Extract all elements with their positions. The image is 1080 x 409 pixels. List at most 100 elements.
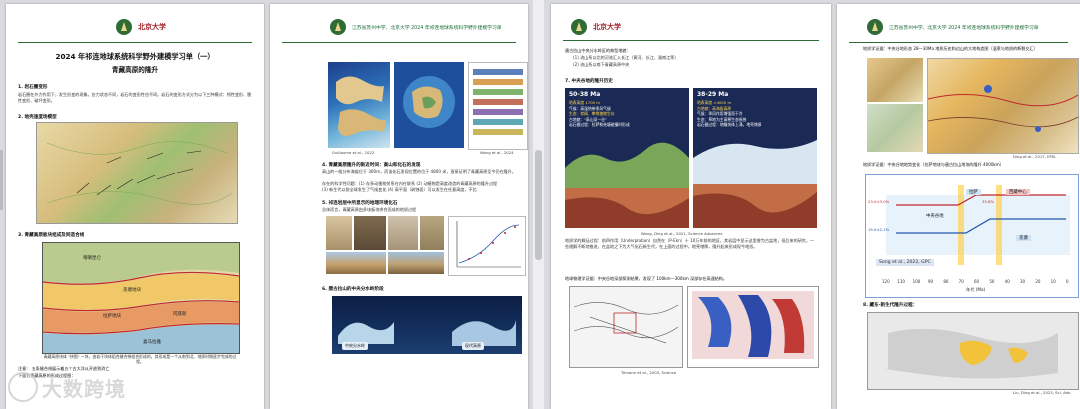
geology-map-drawing [928, 85, 1078, 132]
section-text: 高山的一般分布海拔位于 300m，而该化石发现位置的位于 4800 米，直接证明… [322, 169, 516, 174]
figure-caption: Liu, Ding et al., 2023, Sci. Adv. [1013, 390, 1072, 395]
section-map-drawing [403, 76, 455, 128]
landscape-photo [388, 252, 444, 274]
logo-emblem [571, 19, 587, 35]
geology-map-small [867, 104, 923, 152]
paleogeography-globe-map [328, 62, 390, 148]
panel-title: 38-29 Ma [697, 91, 729, 98]
x-tick-label: 50 [989, 279, 995, 284]
logo-text: 北京大学 [593, 22, 621, 31]
uplift-panel-a: 50-38 Ma 地表高度 1700 m 气候：高湿热带季风气候 生态：棕榈、攀… [565, 88, 689, 228]
document-page-2: 江苏省苏州中学、北京大学 2024 年祁连地球系统科学野外建模学习单 Guill… [270, 4, 528, 409]
header-rule [563, 40, 819, 41]
map-label: 冈底斯 [173, 312, 187, 317]
x-tick-label: 70 [958, 279, 964, 284]
central-valley-diagram: 中央分水岭 现代高原 [332, 296, 522, 354]
logo-emblem [867, 19, 883, 35]
page-header: 北京大学 [116, 14, 264, 40]
watermark-text: 大数跨境 [42, 376, 126, 401]
timeline-legend [468, 62, 528, 150]
list-item: (2) 流山系以南下青藏高原中央 [573, 62, 630, 67]
document-page-4: 江苏省苏州中学、北京大学 2024 年祁连地球系统科学野外建模学习单 地质学证据… [837, 4, 1080, 409]
section-text: (3) 新生代以前全球发生了气候变化 (4) 高平面（剥蚀面）可以发生在任意高度… [322, 187, 477, 192]
x-tick-label: 80 [943, 279, 949, 284]
velocity-arrows [46, 141, 233, 205]
tibet-plate-map: 喀喇昆仑 羌塘地块 拉萨地块 冈底斯 喜马拉雅 [42, 242, 240, 354]
header-rule [18, 42, 252, 43]
page-title: 2024 年祁连地球系统科学野外建模学习单（一） [55, 52, 215, 61]
east-tibet-drawing [883, 328, 1058, 379]
section-heading: 地质学证据：中央谷地形态 28—30Ma 地质历史和边山的大地构造图（温莱与地质… [863, 46, 1038, 51]
seismic-tomography-section [687, 286, 819, 368]
section-heading: 8. 藏东·新生代隆升过程： [863, 303, 918, 308]
logo-emblem [330, 19, 346, 35]
uplift-scatter-plot [448, 216, 526, 276]
x-tick-label: 100 [912, 279, 921, 284]
document-page-1: 北京大学 2024 年祁连地球系统科学野外建模学习单（一） 青藏高原的隆升 1.… [6, 4, 264, 409]
section-text: 岩石圈在外力作用下，发生形变的现象。应力状态不同，岩石的变形性也不同。岩石的变形… [18, 92, 252, 103]
figure-caption: Ding et al., 2017, EPSL [1013, 154, 1057, 159]
body-text: 地质学的概括过程：前四作用（Underplation）自然在（P-Ekn）十 1… [565, 238, 815, 249]
geology-map-small [867, 58, 923, 102]
logo-text: 北京大学 [138, 22, 166, 31]
header-course-line: 江苏省苏州中学、北京大学 2024 年祁连地球系统科学野外建模学习单 [352, 25, 502, 31]
watermark: 大数跨境 [8, 372, 126, 402]
section-heading: 3. 青藏高原板块组成及同造合线 [18, 233, 85, 238]
uplift-timeline-chart: 拉萨 西藏中心 中央谷地 羌塘 23.0±3.0% 35.8% 15.0±2.1… [865, 174, 1079, 298]
landscape-photo [326, 252, 386, 274]
station-map-drawing [573, 302, 679, 344]
section-heading: 1. 岩石圈变形 [18, 85, 48, 90]
figure-caption: Guillaume et al., 2022 [332, 150, 375, 155]
chart-region-label: 羌塘 [1016, 235, 1031, 241]
x-tick-label: 120 [882, 279, 890, 284]
section-heading: 地质学证据：中央谷地地势变化（拉萨地块与唐古拉山地块的隆升 4000km） [863, 162, 1004, 167]
age-label: 23.0±3.0% [868, 199, 890, 204]
header-rule [282, 42, 516, 43]
uplift-plot-drawing [456, 221, 521, 268]
watermark-logo-icon [8, 372, 38, 402]
figure-caption: Tilmann et al., 2003, Science [621, 370, 677, 375]
diagram-label: 现代高原 [462, 342, 484, 350]
page-header: 北京大学 [571, 14, 831, 40]
tomography-drawing [692, 291, 814, 359]
age-label: 15.0±2.1% [868, 227, 890, 232]
chart-region-label: 拉萨 [966, 189, 981, 195]
map-label: 拉萨地块 [103, 314, 121, 319]
globe-drawing [336, 76, 386, 136]
fossil-photo [326, 216, 352, 250]
header-rule [849, 42, 1068, 43]
east-tibet-map [867, 312, 1079, 390]
intro-text: 唐古拉山中央分水岭区的典型地貌： [565, 48, 631, 53]
age-label: 35.8% [982, 199, 995, 204]
plate-map-drawing [43, 243, 239, 353]
chart-region-label: 西藏中心 [1006, 189, 1030, 195]
figure-caption: Wang, Ding et al., 2021, Science Advance… [641, 231, 723, 236]
section-heading: 7. 中央谷地的隆升历史 [565, 79, 613, 84]
page-subtitle: 青藏高原的隆升 [111, 66, 159, 74]
panel-line-list: 地表高度 >4000 m 古地貌：高海拔高原 气候：季风作用增强而干冷 生态：草… [697, 100, 762, 128]
document-page-3: 北京大学 唐古拉山中央分水岭区的典型地貌： (1) 流山系以北的河流汇入长江（黄… [551, 4, 831, 409]
timeline-legend-drawing [473, 69, 523, 135]
note-text: 注意： 五条缝合线展示着五个古大洋从开放到消亡 [18, 366, 110, 371]
vertical-scrollbar-thumb[interactable] [535, 150, 542, 260]
panel-line-list: 地表高度 1700 m 气候：高湿热带季风气候 生态：棕榈、攀缘植物生存 古地貌… [569, 100, 630, 128]
x-tick-label: 60 [974, 279, 980, 284]
panel-title: 50-38 Ma [569, 91, 601, 98]
x-tick-label: 110 [897, 279, 905, 284]
fossil-photo [388, 216, 418, 250]
map-caption: 青藏高原块体 "拼图" 一块，由若干块体组合缝合带组合形成的，其形成是一个从南到… [43, 354, 237, 364]
map-label: 喜马拉雅 [143, 340, 161, 345]
section-heading: 4. 青藏高原隆升的新近时间：高山和化石的发现 [322, 163, 421, 168]
map-label: 羌塘地块 [123, 288, 141, 293]
x-tick-label: 20 [1035, 279, 1041, 284]
section-heading: 5. 祁连岩层中所显示的地理环境化石 [322, 201, 398, 206]
left-gutter [0, 150, 3, 210]
map-label: 喀喇昆仑 [83, 256, 101, 261]
seismic-heading: 地球物理学证据：中央谷地深部探测结果，发现了 100km—300km 深部存在高… [565, 276, 727, 281]
fossil-photo [354, 216, 386, 250]
x-tick-label: 40 [1004, 279, 1010, 284]
figure-caption: Wang et al., 2024 [480, 150, 514, 155]
x-tick-label: 90 [928, 279, 934, 284]
uplift-panel-b: 38-29 Ma 地表高度 >4000 m 古地貌：高海拔高原 气候：季风作用增… [693, 88, 817, 228]
x-tick-label: 0 [1066, 279, 1069, 284]
